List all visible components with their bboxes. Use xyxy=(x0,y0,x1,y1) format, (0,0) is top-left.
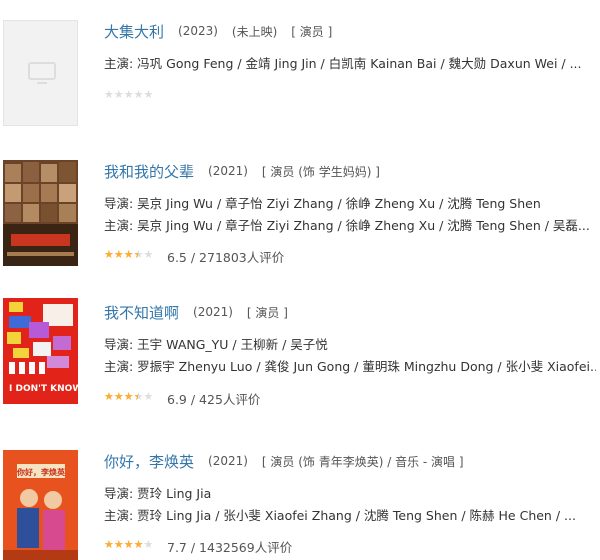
cast-line: 主演: 吴京 Jing Wu / 章子怡 Ziyi Zhang / 徐峥 Zhe… xyxy=(104,218,590,233)
poster-father-image xyxy=(3,160,78,266)
rating-text: 7.7 / 1432569人评价 xyxy=(167,539,293,555)
director-line: 导演: 吴京 Jing Wu / 章子怡 Ziyi Zhang / 徐峥 Zhe… xyxy=(104,196,541,211)
poster-idontknow-title: I DON'T KNOW xyxy=(9,384,78,394)
star-rating: ★★★★★ ★★★★★ xyxy=(104,248,159,262)
star-rating: ★★★★★ ★★★★★ xyxy=(104,538,159,552)
star-rating: ★★★★★ ★★★★★ xyxy=(104,390,159,404)
movie-title-link[interactable]: 我和我的父辈 xyxy=(104,161,194,182)
rating: ★★★★★ xyxy=(104,88,167,104)
tv-icon xyxy=(28,62,56,80)
rating: ★★★★★ ★★★★★ 7.7 / 1432569人评价 xyxy=(104,538,293,555)
poster-idontknow-image: I DON'T KNOW xyxy=(3,298,78,404)
poster-idontknow[interactable]: I DON'T KNOW xyxy=(3,298,78,404)
role-label: [ 演员 ] xyxy=(291,24,333,39)
title-row: 我和我的父辈 (2021) [ 演员 (饰 学生妈妈) ] xyxy=(104,161,380,181)
movie-title-link[interactable]: 你好，李焕英 xyxy=(104,451,194,472)
title-row: 大集大利 (2023) (未上映) [ 演员 ] xyxy=(104,21,332,41)
star-rating-filled: ★★★★★ xyxy=(104,538,145,551)
star-rating-filled: ★★★★★ xyxy=(104,248,138,261)
movie-year: (2021) xyxy=(208,164,248,178)
title-row: 你好，李焕英 (2021) [ 演员 (饰 青年李焕英) / 音乐 - 演唱 ] xyxy=(104,451,464,471)
role-label: [ 演员 ] xyxy=(246,305,288,320)
movie-title-link[interactable]: 大集大利 xyxy=(104,21,164,42)
director-line: 导演: 王宇 WANG_YU / 王柳新 / 吴子悦 xyxy=(104,337,328,352)
rating-text: 6.5 / 271803人评价 xyxy=(167,249,285,265)
poster-hilihuanying[interactable]: 你好，李焕英 xyxy=(3,450,78,560)
release-status: (未上映) xyxy=(231,24,278,39)
movie-year: (2023) xyxy=(178,24,218,38)
director-line: 导演: 贾玲 Ling Jia xyxy=(104,486,212,501)
movie-title-link[interactable]: 我不知道啊 xyxy=(104,302,179,323)
cast-line: 主演: 贾玲 Ling Jia / 张小斐 Xiaofei Zhang / 沈腾… xyxy=(104,508,576,523)
star-rating-empty: ★★★★★ xyxy=(104,88,154,101)
cast-line: 主演: 罗振宇 Zhenyu Luo / 龚俊 Jun Gong / 董明珠 M… xyxy=(104,359,596,374)
movie-year: (2021) xyxy=(208,454,248,468)
poster-father[interactable] xyxy=(3,160,78,266)
role-label: [ 演员 (饰 学生妈妈) ] xyxy=(261,164,380,179)
rating: ★★★★★ ★★★★★ 6.9 / 425人评价 xyxy=(104,390,261,407)
star-rating-filled: ★★★★★ xyxy=(104,390,138,403)
star-rating: ★★★★★ xyxy=(104,88,159,102)
placeholder-poster[interactable] xyxy=(3,20,78,126)
poster-hilihuanying-title: 你好，李焕英 xyxy=(16,467,66,477)
role-label: [ 演员 (饰 青年李焕英) / 音乐 - 演唱 ] xyxy=(261,454,464,469)
cast-line: 主演: 冯巩 Gong Feng / 金靖 Jing Jin / 白凯南 Kai… xyxy=(104,56,582,71)
poster-hilihuanying-image: 你好，李焕英 xyxy=(3,450,78,560)
rating: ★★★★★ ★★★★★ 6.5 / 271803人评价 xyxy=(104,248,285,265)
rating-text: 6.9 / 425人评价 xyxy=(167,391,261,407)
title-row: 我不知道啊 (2021) [ 演员 ] xyxy=(104,302,288,322)
movie-year: (2021) xyxy=(193,305,233,319)
tv-stand-icon xyxy=(37,82,47,84)
